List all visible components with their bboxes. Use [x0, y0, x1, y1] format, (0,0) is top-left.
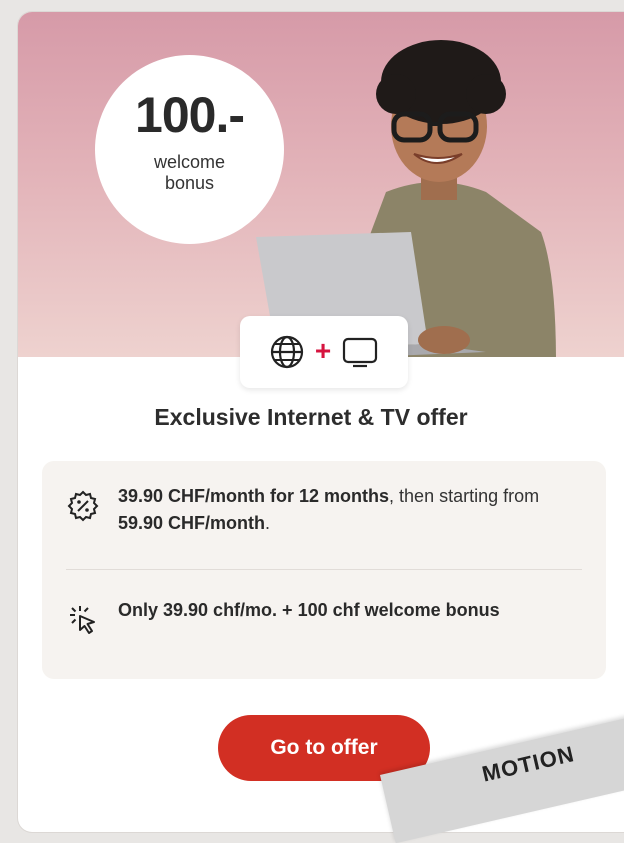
- person-with-laptop-image: [256, 40, 556, 357]
- tv-icon: [341, 334, 379, 370]
- feature-bonus-text: Only 39.90 chf/mo. + 100 chf welcome bon…: [118, 600, 500, 620]
- bonus-amount: 100.-: [135, 86, 245, 143]
- feature-price: 39.90 CHF/month for 12 months, then star…: [66, 483, 586, 537]
- hero-banner: 100.- welcome bonus: [18, 12, 624, 357]
- feature-price-text: 39.90 CHF/month for 12 months, then star…: [118, 486, 540, 533]
- click-icon: [66, 603, 100, 637]
- plus-icon: +: [314, 334, 332, 366]
- features-panel: 39.90 CHF/month for 12 months, then star…: [42, 461, 606, 679]
- offer-title: Exclusive Internet & TV offer: [154, 404, 468, 430]
- welcome-bonus-badge: 100.- welcome bonus: [95, 55, 284, 244]
- promotion-ribbon-label: MOTION: [479, 741, 577, 787]
- bonus-label: welcome bonus: [153, 151, 226, 193]
- feature-bonus: Only 39.90 chf/mo. + 100 chf welcome bon…: [66, 597, 586, 637]
- feature-divider: [66, 569, 582, 570]
- offer-card: 100.- welcome bonus + Exclusive Internet…: [18, 12, 624, 832]
- globe-icon: [269, 334, 305, 370]
- product-icons: +: [240, 316, 408, 388]
- percent-icon: [66, 489, 100, 523]
